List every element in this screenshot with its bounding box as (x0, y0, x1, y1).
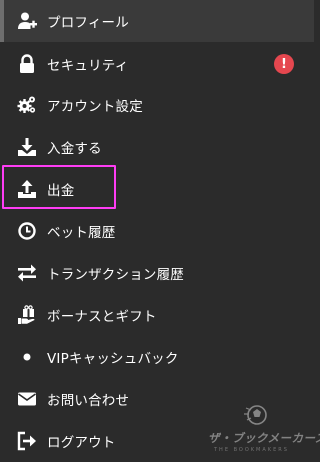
menu-item-label: ログアウト (47, 435, 116, 451)
lock-icon (17, 54, 37, 74)
sign-out-icon (17, 431, 37, 451)
account-menu: プロフィール セキュリティ ! アカウント設定 入金する 出金 ベット履歴 トラ… (0, 0, 314, 460)
user-plus-icon (17, 11, 37, 31)
menu-item-vip-cashback[interactable]: VIPキャッシュバック (0, 336, 314, 378)
menu-item-withdraw[interactable]: 出金 (0, 168, 314, 210)
envelope-icon (17, 389, 37, 409)
menu-item-label: プロフィール (47, 15, 129, 31)
menu-item-bet-history[interactable]: ベット履歴 (0, 210, 314, 252)
menu-item-transaction-history[interactable]: トランザクション履歴 (0, 252, 314, 294)
menu-item-deposit[interactable]: 入金する (0, 126, 314, 168)
menu-item-label: VIPキャッシュバック (47, 351, 179, 367)
menu-item-account-settings[interactable]: アカウント設定 (0, 84, 314, 126)
menu-item-label: ベット履歴 (47, 225, 116, 241)
watermark-subtitle: THE BOOKMAKERS (214, 447, 289, 453)
menu-item-label: トランザクション履歴 (47, 267, 184, 283)
clock-icon (17, 221, 37, 241)
download-icon (17, 137, 37, 157)
alert-badge: ! (274, 54, 294, 74)
dot-icon (17, 347, 37, 367)
menu-item-bonus-gifts[interactable]: ボーナスとギフト (0, 294, 314, 336)
menu-item-label: アカウント設定 (47, 99, 143, 115)
upload-icon (17, 179, 37, 199)
menu-item-label: セキュリティ (47, 58, 129, 74)
menu-item-label: 出金 (47, 183, 75, 199)
gears-icon (17, 95, 37, 115)
menu-item-profile[interactable]: プロフィール (0, 0, 314, 42)
menu-item-label: お問い合わせ (47, 393, 130, 409)
menu-item-label: ボーナスとギフト (47, 309, 157, 325)
watermark: ザ・ブックメーカーズ THE BOOKMAKERS (206, 398, 320, 458)
menu-item-label: 入金する (47, 141, 102, 157)
menu-item-security[interactable]: セキュリティ ! (0, 43, 314, 85)
soccer-ball-icon (244, 405, 267, 425)
watermark-title: ザ・ブックメーカーズ (208, 431, 320, 445)
gift-hand-icon (17, 305, 37, 325)
exchange-arrows-icon (17, 263, 37, 283)
